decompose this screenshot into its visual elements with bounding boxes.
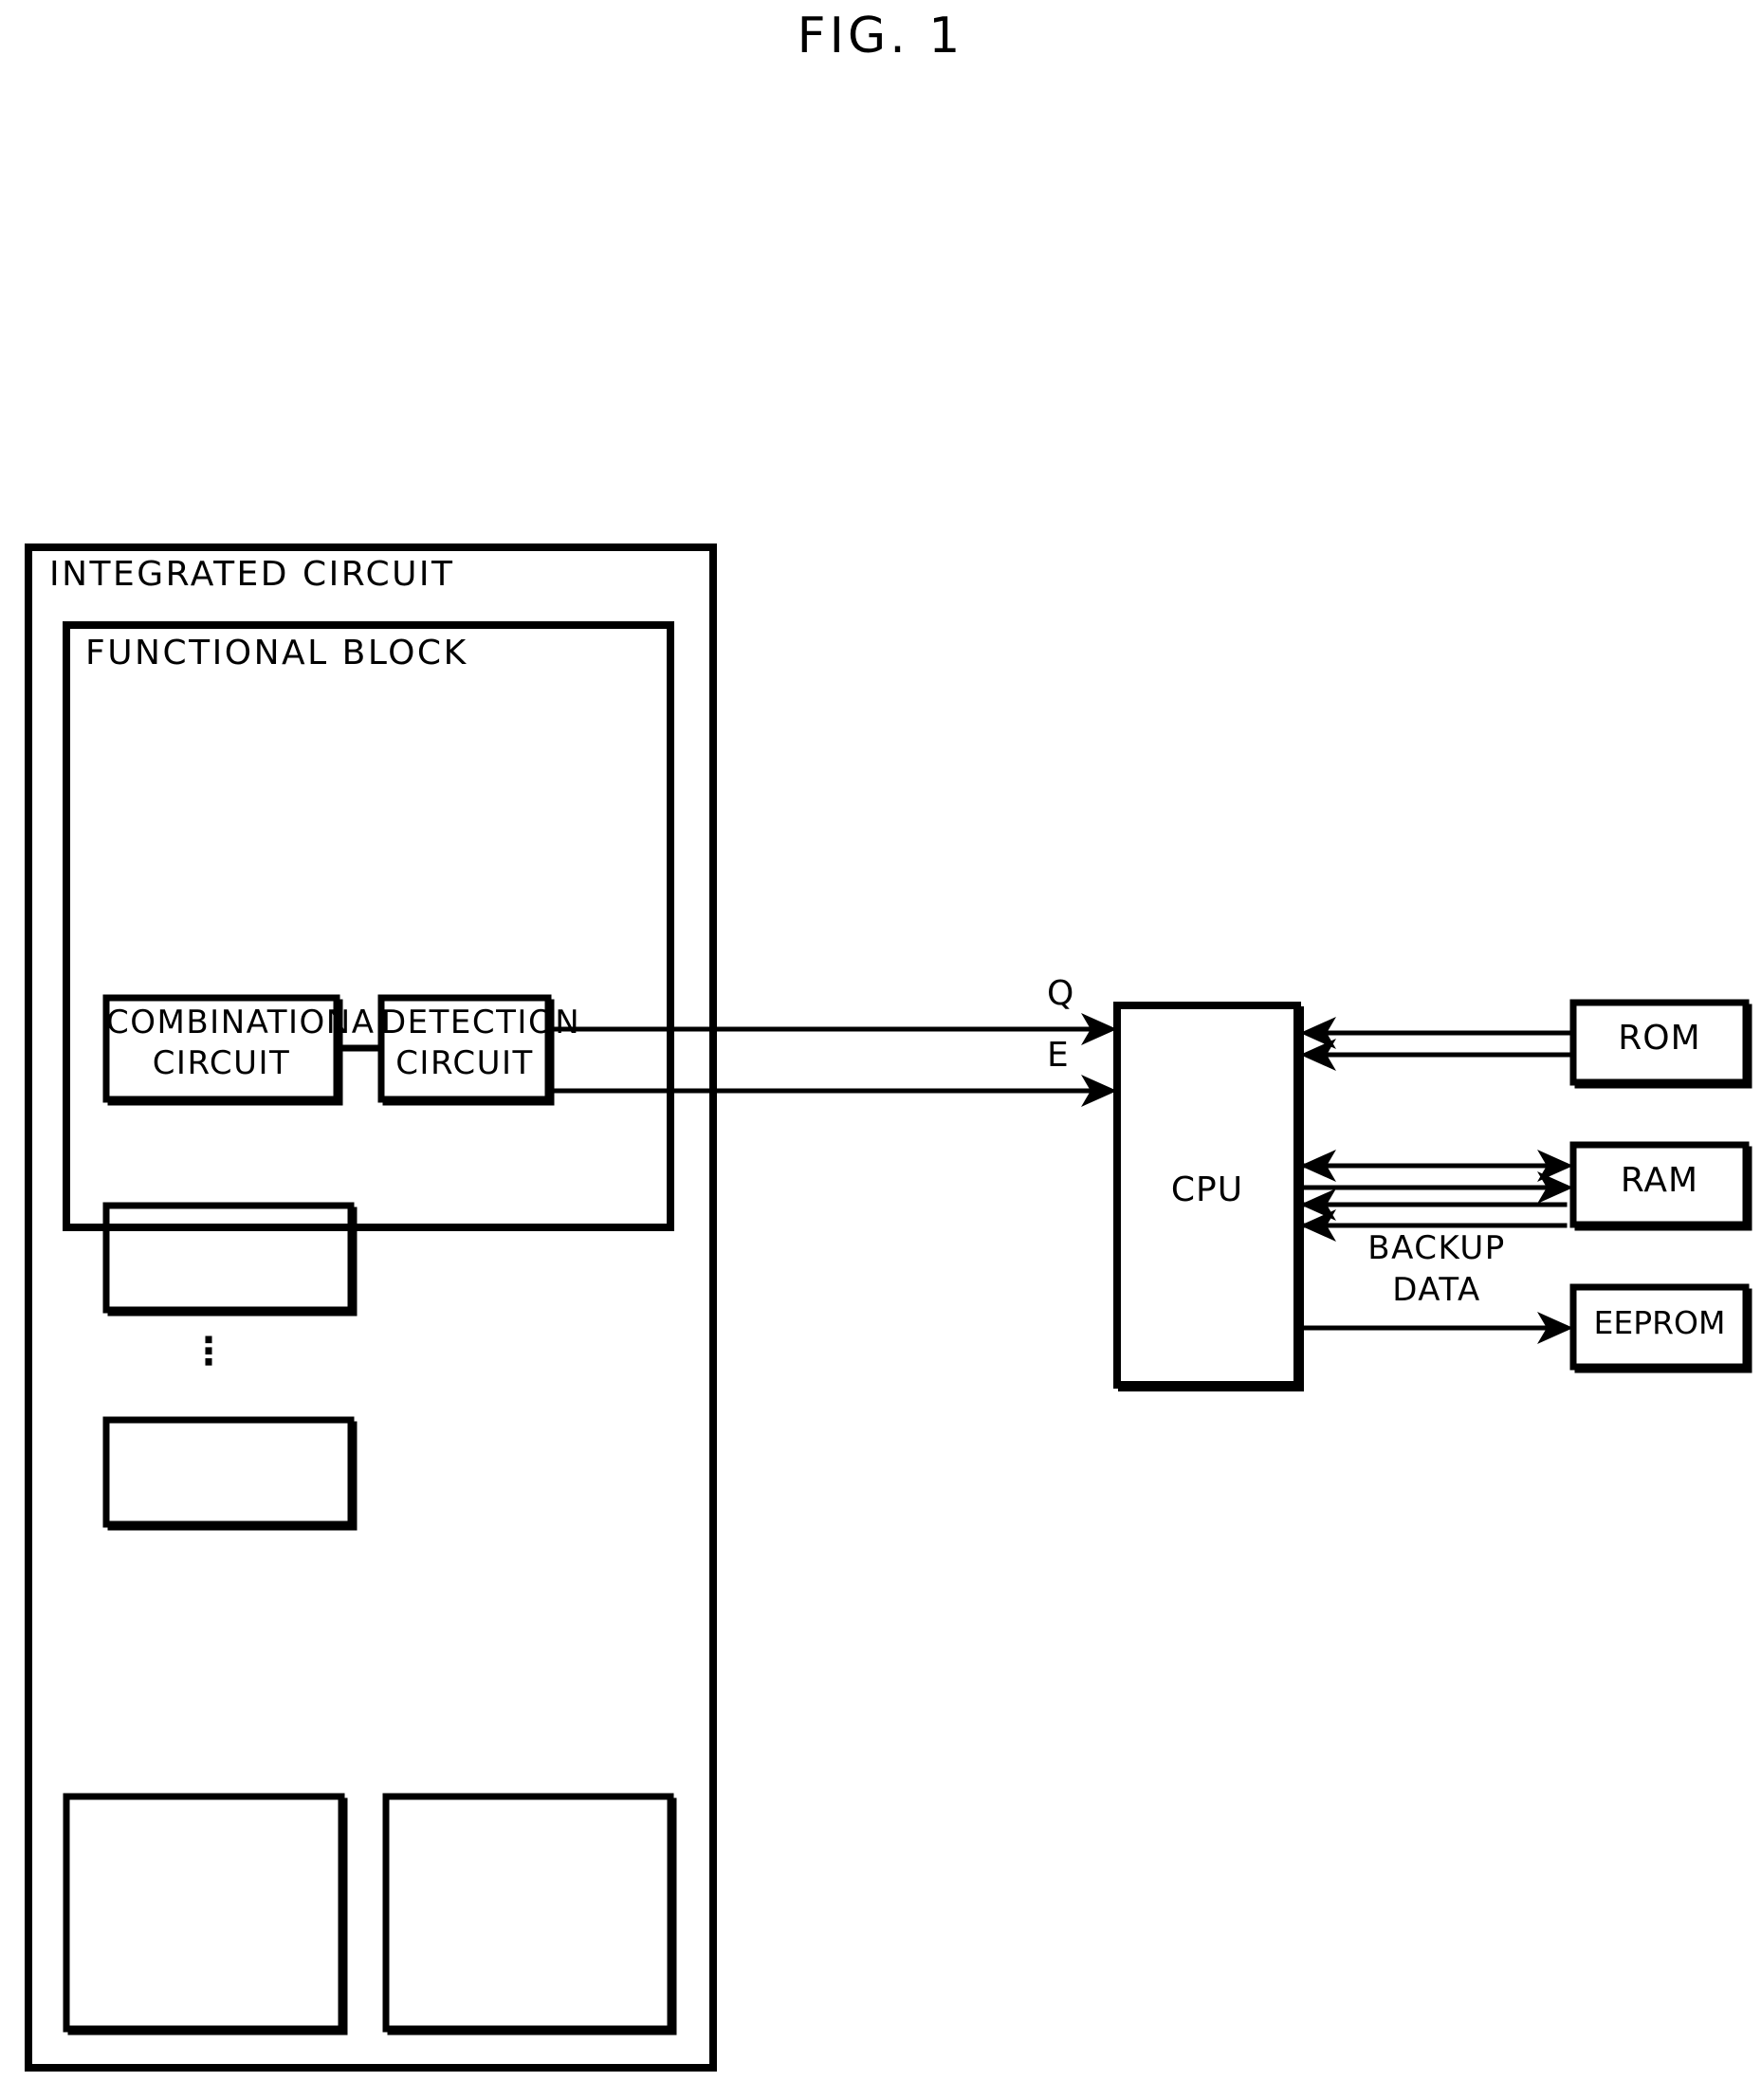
ram-label: RAM: [1620, 1161, 1699, 1200]
bottom-block-right: [382, 1793, 674, 2033]
rom-label: ROM: [1618, 1019, 1701, 1058]
eeprom-label: EEPROM: [1593, 1304, 1726, 1341]
detection-circuit-label-line1: DETECTION: [381, 1004, 581, 1041]
backup-data-label-line2: DATA: [1392, 1271, 1481, 1309]
functional-block-label: FUNCTIONAL BLOCK: [85, 634, 468, 672]
vertical-ellipsis: ⋮: [190, 1330, 228, 1373]
unlabeled-block-2: [102, 1416, 355, 1528]
bottom-block-left: [63, 1793, 345, 2033]
unlabeled-block-1: [102, 1202, 355, 1314]
integrated-circuit-label: INTEGRATED CIRCUIT: [49, 555, 455, 594]
signal-label-e: E: [1047, 1036, 1069, 1075]
signal-label-q: Q: [1047, 974, 1074, 1013]
detection-circuit-label-line2: CIRCUIT: [395, 1044, 534, 1082]
backup-data-label-line1: BACKUP: [1367, 1229, 1506, 1267]
combinational-circuit-label-line1: COMBINATIONAL: [106, 1004, 394, 1041]
combinational-circuit-label-line2: CIRCUIT: [152, 1044, 291, 1082]
cpu-label: CPU: [1170, 1170, 1244, 1209]
functional-block-boundary: [63, 621, 674, 1231]
figure-page: FIG. 1 INTEGRATED CIRCUIT FUNCTIONAL BLO…: [0, 0, 1761, 2100]
